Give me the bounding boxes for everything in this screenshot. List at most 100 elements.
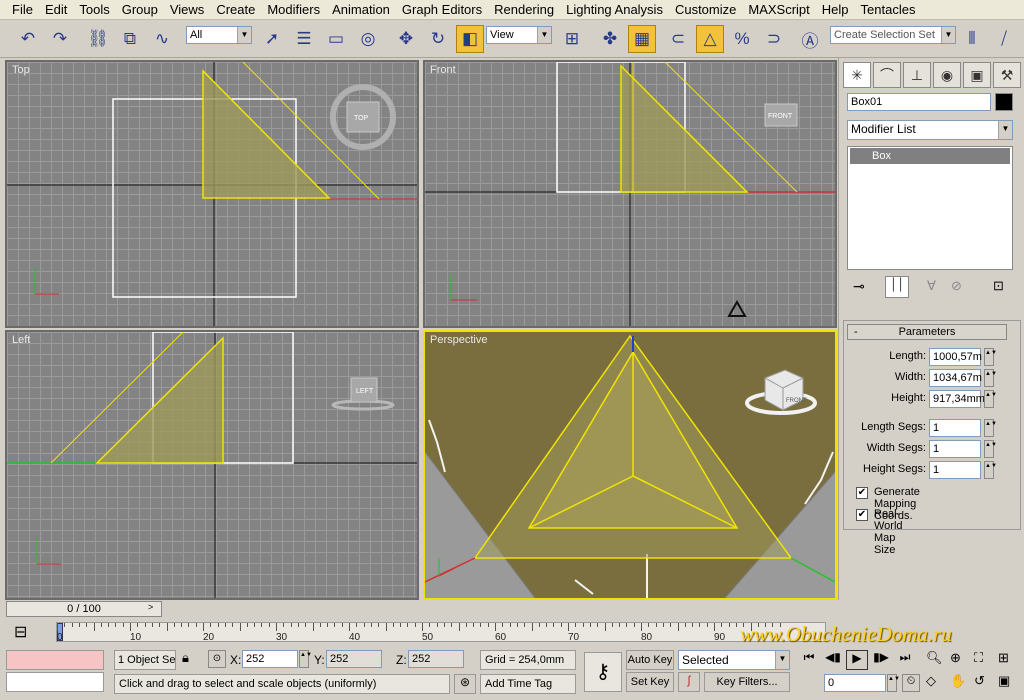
default-tangent-icon[interactable]: ʃ: [678, 672, 700, 692]
menu-file[interactable]: File: [6, 2, 39, 17]
param-spinner[interactable]: ▲▼: [984, 419, 997, 437]
go-to-end-icon[interactable]: ⏭: [894, 650, 916, 670]
reference-coordinate-dropdown[interactable]: View ▼: [486, 26, 552, 44]
x-coordinate-field[interactable]: 252: [242, 650, 298, 668]
param-value-field[interactable]: 917,34mm: [929, 390, 985, 408]
motion-tab-icon[interactable]: ◉: [933, 62, 961, 88]
key-mode-dropdown[interactable]: Selected ▼: [678, 650, 790, 670]
timeline-track[interactable]: 0 10 20 30 40 50 60 70 80 90: [56, 622, 826, 643]
maximize-viewport-icon[interactable]: ▣: [998, 673, 1020, 694]
menu-views[interactable]: Views: [164, 2, 210, 17]
rectangle-selection-icon[interactable]: ▭: [322, 25, 350, 53]
menu-help[interactable]: Help: [816, 2, 855, 17]
slider-next-icon[interactable]: >: [148, 602, 153, 612]
zoom-extents-all-icon[interactable]: ⊞: [998, 650, 1020, 671]
rotate-icon[interactable]: ↻: [424, 25, 452, 53]
auto-key-button[interactable]: Auto Key: [626, 650, 674, 670]
selection-lock-icon[interactable]: 🔒︎: [182, 650, 189, 666]
make-unique-icon[interactable]: ∀: [927, 278, 936, 294]
named-selection-set-dropdown[interactable]: Create Selection Set ▼: [830, 26, 956, 44]
menu-group[interactable]: Group: [116, 2, 164, 17]
frame-spinner[interactable]: ▲▼: [887, 674, 900, 692]
param-spinner[interactable]: ▲▼: [984, 461, 997, 479]
menu-rendering[interactable]: Rendering: [488, 2, 560, 17]
next-frame-icon[interactable]: ▮▶: [870, 650, 892, 670]
keyboard-shortcut-icon[interactable]: ▦: [628, 25, 656, 53]
viewport-label[interactable]: Top: [12, 64, 30, 76]
menu-create[interactable]: Create: [210, 2, 261, 17]
param-value-field[interactable]: 1: [929, 461, 981, 479]
param-spinner[interactable]: ▲▼: [984, 348, 997, 366]
unlink-icon[interactable]: ⧉: [116, 25, 144, 53]
menu-edit[interactable]: Edit: [39, 2, 73, 17]
menu-modifiers[interactable]: Modifiers: [261, 2, 326, 17]
viewport-label[interactable]: Perspective: [430, 334, 487, 346]
select-and-link-icon[interactable]: ⛓: [84, 25, 112, 53]
display-tab-icon[interactable]: ▣: [963, 62, 991, 88]
selection-filter-dropdown[interactable]: All ▼: [186, 26, 252, 44]
zoom-icon[interactable]: 🔍︎: [926, 650, 948, 671]
redo-icon[interactable]: ↷: [46, 25, 74, 53]
bind-space-warp-icon[interactable]: ∿: [148, 25, 176, 53]
remove-modifier-icon[interactable]: ⊘: [951, 278, 962, 294]
y-coordinate-field[interactable]: 252: [326, 650, 382, 668]
select-object-icon[interactable]: ➚: [258, 25, 286, 53]
mirror-icon[interactable]: ⫴: [958, 25, 986, 53]
viewport-label[interactable]: Front: [430, 64, 456, 76]
zoom-extents-icon[interactable]: ⛶: [974, 650, 996, 671]
maxscript-input[interactable]: [6, 672, 104, 692]
object-name-field[interactable]: Box01: [847, 93, 991, 111]
viewport-left[interactable]: LEFT Left: [5, 330, 419, 600]
angle-snap-icon[interactable]: △: [696, 25, 724, 53]
key-filters-button[interactable]: Key Filters...: [704, 672, 790, 692]
menu-maxscript[interactable]: MAXScript: [742, 2, 815, 17]
stack-item-box[interactable]: Box: [850, 148, 1010, 164]
viewport-top[interactable]: TOP Top: [5, 60, 419, 328]
add-time-tag-button[interactable]: Add Time Tag: [480, 674, 576, 694]
pin-stack-icon[interactable]: ⊸: [853, 278, 865, 295]
track-bar-icon[interactable]: ⊟: [14, 622, 27, 642]
utilities-tab-icon[interactable]: ⚒: [993, 62, 1021, 88]
field-of-view-icon[interactable]: ◇: [926, 673, 948, 694]
move-icon[interactable]: ✥: [392, 25, 420, 53]
show-end-result-icon[interactable]: ⏐⏐: [885, 276, 909, 298]
play-icon[interactable]: ▶: [846, 650, 868, 670]
add-time-tag-icon[interactable]: ⊛: [454, 674, 476, 694]
object-color-swatch[interactable]: [995, 93, 1013, 111]
spinner-snap-icon[interactable]: ⊃: [760, 25, 788, 53]
align-icon[interactable]: ⧸: [990, 25, 1018, 53]
maxscript-listener[interactable]: [6, 650, 104, 670]
snaps-toggle-icon[interactable]: ⊂: [664, 25, 692, 53]
menu-tentacles[interactable]: Tentacles: [855, 2, 922, 17]
param-value-field[interactable]: 1: [929, 419, 981, 437]
param-value-field[interactable]: 1034,67m: [929, 369, 982, 387]
window-crossing-icon[interactable]: ◎: [354, 25, 382, 53]
menu-lighting-analysis[interactable]: Lighting Analysis: [560, 2, 669, 17]
modify-tab-icon[interactable]: ⌒: [873, 62, 901, 88]
pivot-center-icon[interactable]: ⊞: [558, 25, 586, 53]
set-key-icon[interactable]: ⚷: [584, 652, 622, 692]
time-slider[interactable]: 0 / 100: [6, 601, 162, 617]
menu-customize[interactable]: Customize: [669, 2, 742, 17]
pan-icon[interactable]: ✋: [950, 673, 972, 694]
zoom-all-icon[interactable]: ⊕: [950, 650, 972, 671]
create-tab-icon[interactable]: ✳: [843, 62, 871, 88]
param-value-field[interactable]: 1: [929, 440, 981, 458]
select-by-name-icon[interactable]: ☰: [290, 25, 318, 53]
menu-tools[interactable]: Tools: [73, 2, 115, 17]
param-value-field[interactable]: 1000,57m: [929, 348, 982, 366]
param-spinner[interactable]: ▲▼: [984, 440, 997, 458]
edit-named-selections-icon[interactable]: Ⓐ: [796, 25, 824, 53]
absolute-mode-icon[interactable]: ⊙: [208, 650, 226, 668]
modifier-list-dropdown[interactable]: Modifier List ▼: [847, 120, 1013, 140]
param-spinner[interactable]: ▲▼: [984, 390, 997, 408]
orbit-icon[interactable]: ↺: [974, 673, 996, 694]
hierarchy-tab-icon[interactable]: ⊥: [903, 62, 931, 88]
viewport-front[interactable]: FRONT Front: [423, 60, 837, 328]
previous-frame-icon[interactable]: ◀▮: [822, 650, 844, 670]
menu-animation[interactable]: Animation: [326, 2, 396, 17]
checkbox[interactable]: ✔: [856, 487, 868, 499]
configure-modifier-sets-icon[interactable]: ⊡: [993, 278, 1004, 294]
viewport-perspective[interactable]: FRONT Perspective: [423, 330, 837, 600]
current-frame-field[interactable]: 0: [824, 674, 886, 692]
